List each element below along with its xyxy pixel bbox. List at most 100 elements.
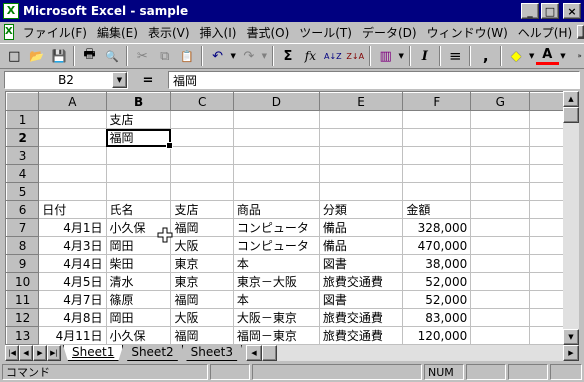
scroll-left-icon[interactable]: ◀: [245, 345, 262, 361]
cell-f4[interactable]: [402, 164, 472, 183]
cell-d6[interactable]: 商品: [232, 200, 320, 219]
save-icon[interactable]: 💾: [48, 45, 70, 67]
cell-b3[interactable]: [105, 146, 172, 165]
align-center-icon[interactable]: ≡: [444, 45, 466, 67]
vertical-scrollbar[interactable]: ▲ ▼: [563, 91, 579, 345]
cell-d10[interactable]: 東京－大阪: [232, 272, 320, 291]
column-header-d[interactable]: D: [232, 92, 320, 111]
cell-c12[interactable]: 大阪: [170, 308, 234, 327]
column-header-b[interactable]: B: [105, 92, 172, 111]
worksheet-grid[interactable]: A B C D E F G 1 支店 2 福岡 3 4 5 6 日付 氏名 支店 商品 分類 金額 7 4月1…: [5, 91, 579, 345]
toolbar-more-icon[interactable]: »: [575, 45, 584, 67]
cell-c9[interactable]: 東京: [170, 254, 234, 273]
cell-e1[interactable]: [318, 110, 404, 129]
row-header-7[interactable]: 7: [6, 218, 40, 237]
cell-e2[interactable]: [318, 128, 404, 147]
cell-e5[interactable]: [318, 182, 404, 201]
scroll-down-icon[interactable]: ▼: [563, 329, 579, 345]
cell-c10[interactable]: 東京: [170, 272, 234, 291]
cell-f1[interactable]: [402, 110, 472, 129]
menu-format[interactable]: 書式(O): [241, 24, 294, 41]
menu-data[interactable]: データ(D): [357, 24, 422, 41]
cell-b10[interactable]: 清水: [105, 272, 172, 291]
cell-a8[interactable]: 4月3日: [38, 236, 107, 255]
edit-formula-button[interactable]: =: [128, 73, 168, 88]
cell-f13[interactable]: 120,000: [402, 326, 472, 345]
cell-b6[interactable]: 氏名: [105, 200, 172, 219]
font-color-dropdown-icon[interactable]: ▼: [559, 45, 568, 67]
cell-c11[interactable]: 福岡: [170, 290, 234, 309]
row-header-1[interactable]: 1: [6, 110, 40, 129]
cell-g7[interactable]: [470, 218, 531, 237]
cell-c7[interactable]: 福岡: [170, 218, 234, 237]
cell-e3[interactable]: [318, 146, 404, 165]
horizontal-scrollbar[interactable]: ◀ ▶: [245, 345, 579, 361]
paste-icon[interactable]: 📋: [176, 45, 198, 67]
sort-descending-icon[interactable]: Z↓A: [344, 45, 366, 67]
prev-sheet-icon[interactable]: ◀: [19, 345, 33, 361]
tab-sheet1[interactable]: Sheet1: [63, 345, 123, 361]
cell-a5[interactable]: [38, 182, 107, 201]
cell-a10[interactable]: 4月5日: [38, 272, 107, 291]
cell-d4[interactable]: [232, 164, 320, 183]
cell-f9[interactable]: 38,000: [402, 254, 472, 273]
column-header-a[interactable]: A: [38, 92, 107, 111]
cell-d1[interactable]: [232, 110, 320, 129]
cell-c4[interactable]: [170, 164, 234, 183]
cell-c3[interactable]: [170, 146, 234, 165]
new-icon[interactable]: □: [3, 45, 25, 67]
cell-e12[interactable]: 旅費交通費: [318, 308, 404, 327]
cell-g2[interactable]: [470, 128, 531, 147]
cell-e4[interactable]: [318, 164, 404, 183]
column-header-f[interactable]: F: [402, 92, 472, 111]
undo-icon[interactable]: ↶: [206, 45, 228, 67]
cell-g5[interactable]: [470, 182, 531, 201]
cell-f3[interactable]: [402, 146, 472, 165]
cell-d13[interactable]: 福岡－東京: [232, 326, 320, 345]
comma-style-icon[interactable]: ,: [474, 45, 496, 67]
menu-insert[interactable]: 挿入(I): [195, 24, 242, 41]
chart-dropdown-icon[interactable]: ▼: [397, 45, 406, 67]
cell-g12[interactable]: [470, 308, 531, 327]
cell-d2[interactable]: [232, 128, 320, 147]
cut-icon[interactable]: ✂: [131, 45, 153, 67]
tab-sheet3[interactable]: Sheet3: [182, 345, 242, 361]
cell-f6[interactable]: 金額: [402, 200, 472, 219]
cell-a4[interactable]: [38, 164, 107, 183]
cell-b8[interactable]: 岡田: [105, 236, 172, 255]
doc-minimize-button[interactable]: _: [577, 25, 584, 39]
cell-b4[interactable]: [105, 164, 172, 183]
cell-f8[interactable]: 470,000: [402, 236, 472, 255]
row-header-12[interactable]: 12: [6, 308, 40, 327]
cell-b2[interactable]: 福岡: [105, 128, 174, 150]
cell-a7[interactable]: 4月1日: [38, 218, 107, 237]
undo-dropdown-icon[interactable]: ▼: [229, 45, 238, 67]
sort-ascending-icon[interactable]: A↓Z: [322, 45, 344, 67]
fill-color-dropdown-icon[interactable]: ▼: [527, 45, 536, 67]
function-icon[interactable]: fx: [299, 45, 321, 67]
tab-sheet2[interactable]: Sheet2: [122, 345, 182, 361]
italic-icon[interactable]: I: [414, 45, 436, 67]
cell-d3[interactable]: [232, 146, 320, 165]
cell-a1[interactable]: [38, 110, 107, 129]
cell-f7[interactable]: 328,000: [402, 218, 472, 237]
formula-input[interactable]: 福岡: [168, 71, 580, 89]
menu-file[interactable]: ファイル(F): [18, 24, 92, 41]
excel-app-icon[interactable]: [3, 3, 19, 19]
cell-e9[interactable]: 図書: [318, 254, 404, 273]
cell-f2[interactable]: [402, 128, 472, 147]
cell-c8[interactable]: 大阪: [170, 236, 234, 255]
cell-e8[interactable]: 備品: [318, 236, 404, 255]
cell-b1[interactable]: 支店: [105, 110, 172, 129]
menu-help[interactable]: ヘルプ(H): [513, 24, 577, 41]
cell-d12[interactable]: 大阪－東京: [232, 308, 320, 327]
cell-c5[interactable]: [170, 182, 234, 201]
row-header-9[interactable]: 9: [6, 254, 40, 273]
cell-a13[interactable]: 4月11日: [38, 326, 107, 345]
row-header-5[interactable]: 5: [6, 182, 40, 201]
redo-dropdown-icon[interactable]: ▼: [260, 45, 269, 67]
cell-d9[interactable]: 本: [232, 254, 320, 273]
name-box-dropdown-icon[interactable]: ▼: [112, 72, 127, 88]
column-header-g[interactable]: G: [470, 92, 531, 111]
first-sheet-icon[interactable]: |◀: [5, 345, 19, 361]
